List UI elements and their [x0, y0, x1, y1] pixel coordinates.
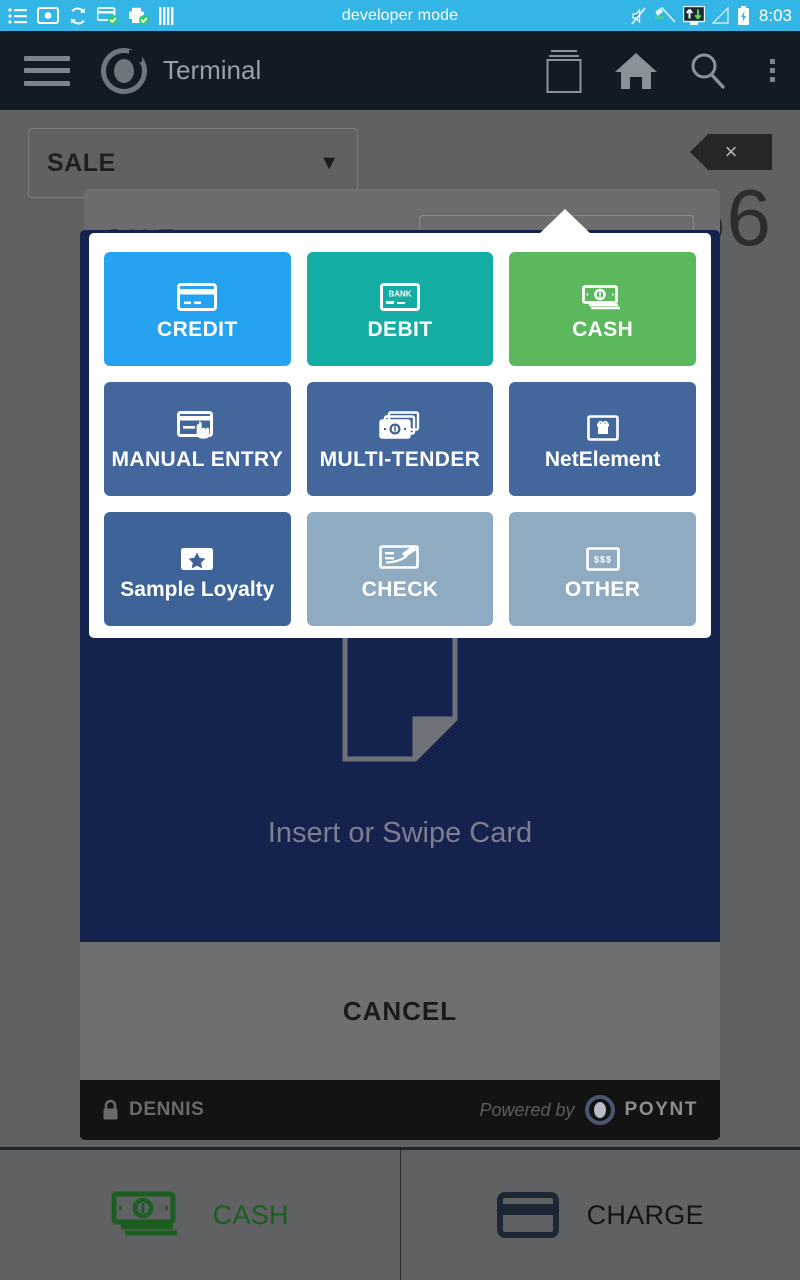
svg-text:$$$: $$$ [594, 554, 612, 564]
payment-tile-label: Sample Loyalty [120, 577, 275, 601]
powered-by: Powered by POYNT [479, 1095, 698, 1125]
payment-tile-label: MANUAL ENTRY [111, 447, 284, 471]
screen-record-icon [37, 7, 59, 24]
multi-tender-icon [379, 407, 421, 441]
loyalty-star-icon [180, 537, 214, 571]
payment-tile-label: OTHER [564, 577, 641, 601]
app-action-bar: Terminal [0, 31, 800, 110]
lock-icon [103, 1099, 118, 1120]
status-bar-left-icons [8, 6, 175, 26]
payment-tile-cash[interactable]: CASH [509, 252, 696, 366]
home-icon[interactable] [600, 31, 672, 110]
merchant-info: DENNIS [102, 1099, 204, 1121]
credit-card-icon [496, 1192, 559, 1238]
list-icon [8, 7, 27, 24]
chevron-down-icon: ▼ [319, 151, 339, 174]
battery-charging-icon [737, 5, 749, 25]
mute-icon [631, 6, 646, 25]
page-title: Terminal [163, 55, 262, 85]
android-status-bar: developer mode 8:03 [0, 0, 800, 31]
poynt-logo-icon [584, 1095, 615, 1125]
status-bar-right-icons: 8:03 [630, 5, 792, 26]
transaction-type-value: SALE [47, 148, 116, 177]
payment-tile-other[interactable]: $$$ OTHER [509, 512, 696, 626]
payment-method-modal: CREDIT BANK DEBIT CASH MANUAL ENTRY MULT… [89, 233, 711, 638]
manual-entry-icon [177, 407, 217, 441]
dollars-icon: $$$ [585, 537, 620, 571]
payment-tile-label: CASH [572, 317, 634, 341]
backspace-button[interactable]: × [690, 134, 772, 170]
gift-box-icon [586, 407, 619, 441]
cash-button-label: CASH [212, 1199, 289, 1230]
cash-button[interactable]: CASH [0, 1150, 400, 1280]
cancel-button[interactable]: CANCEL [80, 942, 720, 1080]
card-reader-ready-icon [97, 6, 118, 25]
swipe-prompt-text: Insert or Swipe Card [267, 817, 533, 849]
printer-ready-icon [129, 7, 149, 25]
charge-button[interactable]: CHARGE [399, 1150, 800, 1280]
panel-footer: DENNIS Powered by POYNT [80, 1080, 720, 1140]
payment-tile-netelement[interactable]: NetElement [509, 382, 696, 496]
powered-by-text: Powered by [479, 1099, 575, 1120]
bank-card-icon: BANK [379, 277, 420, 311]
payment-tile-label: NetElement [544, 447, 661, 471]
check-writing-icon [379, 537, 421, 571]
recents-icon[interactable] [528, 31, 600, 110]
modal-pointer-caret [538, 209, 592, 235]
payment-tile-sample-loyalty[interactable]: Sample Loyalty [104, 512, 291, 626]
payment-tile-debit[interactable]: BANK DEBIT [306, 252, 494, 366]
payment-tile-multi-tender[interactable]: MULTI-TENDER [306, 382, 494, 496]
payment-tile-check[interactable]: CHECK [306, 512, 494, 626]
signal-icon [711, 7, 729, 24]
action-bar-buttons [528, 31, 800, 110]
barcode-icon [159, 6, 174, 25]
close-icon: × [724, 139, 738, 164]
cash-bill-icon [111, 1191, 177, 1236]
cash-bill-icon [581, 277, 624, 311]
brand-name: POYNT [624, 1099, 698, 1120]
credit-card-icon [177, 277, 218, 311]
payment-method-grid: CREDIT BANK DEBIT CASH MANUAL ENTRY MULT… [104, 252, 696, 626]
data-transfer-icon [682, 5, 705, 25]
poynt-logo-icon [101, 47, 147, 94]
hamburger-icon[interactable] [24, 55, 70, 86]
bottom-action-bar: CASH CHARGE [0, 1150, 800, 1280]
cancel-button-label: CANCEL [342, 995, 458, 1026]
transaction-type-dropdown[interactable]: SALE ▼ [28, 128, 358, 198]
sync-icon [71, 7, 85, 24]
payment-tile-label: CHECK [361, 577, 439, 601]
payment-tile-label: MULTI-TENDER [319, 447, 481, 471]
status-bar-clock: 8:03 [758, 5, 792, 25]
pen-tilt-icon [654, 6, 676, 23]
svg-text:BANK: BANK [388, 289, 411, 298]
payment-tile-label: DEBIT [367, 317, 433, 341]
search-icon[interactable] [672, 31, 744, 110]
payment-tile-manual-entry[interactable]: MANUAL ENTRY [104, 382, 291, 496]
overflow-menu-icon[interactable] [744, 31, 800, 110]
payment-tile-credit[interactable]: CREDIT [104, 252, 291, 366]
charge-button-label: CHARGE [586, 1199, 704, 1230]
merchant-name: DENNIS [129, 1099, 205, 1120]
payment-tile-label: CREDIT [157, 317, 238, 341]
